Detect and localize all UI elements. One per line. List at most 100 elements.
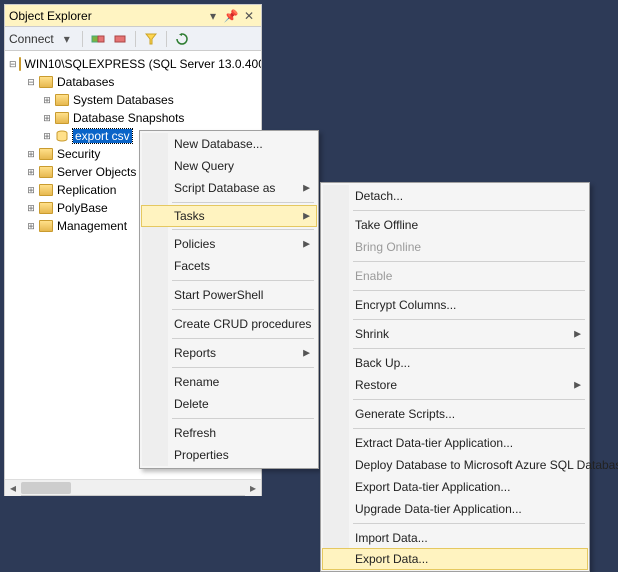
menu-label: Policies	[174, 237, 215, 251]
expander-plus-icon[interactable]: ⊞	[41, 112, 53, 124]
menu-separator	[353, 348, 585, 349]
chevron-right-icon: ▶	[303, 239, 310, 250]
menu-properties[interactable]: Properties	[142, 444, 316, 466]
menu-script-database[interactable]: Script Database as ▶	[142, 177, 316, 199]
menu-restore[interactable]: Restore▶	[323, 374, 587, 396]
folder-icon	[55, 112, 69, 124]
expander-minus-icon[interactable]: ⊟	[25, 76, 37, 88]
refresh-icon[interactable]	[173, 30, 191, 48]
expander-plus-icon[interactable]: ⊞	[25, 148, 37, 160]
server-icon	[19, 57, 21, 71]
chevron-right-icon: ▶	[303, 183, 310, 194]
menu-separator	[172, 229, 314, 230]
chevron-down-icon[interactable]: ▾	[58, 30, 76, 48]
dropdown-icon[interactable]: ▾	[205, 8, 221, 24]
menu-bring-online: Bring Online	[323, 236, 587, 258]
tree-node-databases[interactable]: ⊟ Databases	[7, 73, 259, 91]
menu-label: Take Offline	[355, 218, 418, 232]
menu-separator	[353, 261, 585, 262]
node-label: Replication	[57, 183, 116, 197]
tasks-submenu: Detach... Take Offline Bring Online Enab…	[320, 182, 590, 572]
panel-title: Object Explorer	[9, 9, 205, 23]
expander-minus-icon[interactable]: ⊟	[9, 58, 17, 70]
node-label: System Databases	[73, 93, 174, 107]
menu-tasks[interactable]: Tasks▶	[141, 205, 317, 227]
node-label: PolyBase	[57, 201, 108, 215]
menu-label: Export Data...	[355, 552, 428, 566]
node-label-selected: export csv	[73, 129, 132, 143]
node-label: Database Snapshots	[73, 111, 184, 125]
menu-facets[interactable]: Facets	[142, 255, 316, 277]
menu-start-powershell[interactable]: Start PowerShell	[142, 284, 316, 306]
node-label: Management	[57, 219, 127, 233]
menu-label: Script Database as	[174, 181, 275, 195]
connect-button[interactable]: Connect	[9, 32, 54, 46]
tree-node-server[interactable]: ⊟ WIN10\SQLEXPRESS (SQL Server 13.0.4001…	[7, 55, 259, 73]
menu-separator	[172, 202, 314, 203]
menu-refresh[interactable]: Refresh	[142, 422, 316, 444]
menu-delete[interactable]: Delete	[142, 393, 316, 415]
scrollbar-track[interactable]	[21, 480, 245, 496]
menu-detach[interactable]: Detach...	[323, 185, 587, 207]
expander-plus-icon[interactable]: ⊞	[41, 130, 53, 142]
menu-label: Reports	[174, 346, 216, 360]
menu-separator	[353, 399, 585, 400]
menu-import-data[interactable]: Import Data...	[323, 527, 587, 549]
menu-label: Rename	[174, 375, 219, 389]
close-icon[interactable]: ✕	[241, 8, 257, 24]
menu-extract-data-tier[interactable]: Extract Data-tier Application...	[323, 432, 587, 454]
menu-label: Encrypt Columns...	[355, 298, 456, 312]
scroll-left-icon[interactable]: ◂	[5, 480, 21, 496]
menu-label: Back Up...	[355, 356, 410, 370]
menu-separator	[353, 319, 585, 320]
menu-label: New Query	[174, 159, 234, 173]
pin-icon[interactable]: 📌	[223, 8, 239, 24]
tree-node-system-databases[interactable]: ⊞ System Databases	[7, 91, 259, 109]
scrollbar-thumb[interactable]	[21, 482, 71, 494]
menu-label: Detach...	[355, 189, 403, 203]
menu-take-offline[interactable]: Take Offline	[323, 214, 587, 236]
menu-deploy-azure[interactable]: Deploy Database to Microsoft Azure SQL D…	[323, 454, 587, 476]
menu-create-crud[interactable]: Create CRUD procedures	[142, 313, 316, 335]
expander-plus-icon[interactable]: ⊞	[25, 220, 37, 232]
folder-icon	[39, 184, 53, 196]
tree-node-database-snapshots[interactable]: ⊞ Database Snapshots	[7, 109, 259, 127]
menu-encrypt-columns[interactable]: Encrypt Columns...	[323, 294, 587, 316]
menu-policies[interactable]: Policies ▶	[142, 233, 316, 255]
horizontal-scrollbar[interactable]: ◂ ▸	[5, 479, 261, 495]
expander-plus-icon[interactable]: ⊞	[41, 94, 53, 106]
menu-export-data-tier[interactable]: Export Data-tier Application...	[323, 476, 587, 498]
menu-rename[interactable]: Rename	[142, 371, 316, 393]
menu-label: Bring Online	[355, 240, 421, 254]
context-menu: New Database... New Query Script Databas…	[139, 130, 319, 469]
menu-label: Enable	[355, 269, 392, 283]
menu-label: Extract Data-tier Application...	[355, 436, 513, 450]
menu-upgrade-data-tier[interactable]: Upgrade Data-tier Application...	[323, 498, 587, 520]
expander-plus-icon[interactable]: ⊞	[25, 166, 37, 178]
menu-separator	[172, 280, 314, 281]
menu-generate-scripts[interactable]: Generate Scripts...	[323, 403, 587, 425]
chevron-right-icon: ▶	[303, 348, 310, 359]
chevron-right-icon: ▶	[574, 380, 581, 391]
scroll-right-icon[interactable]: ▸	[245, 480, 261, 496]
menu-separator	[172, 367, 314, 368]
separator	[82, 31, 83, 47]
menu-back-up[interactable]: Back Up...	[323, 352, 587, 374]
expander-plus-icon[interactable]: ⊞	[25, 184, 37, 196]
menu-separator	[353, 428, 585, 429]
menu-reports[interactable]: Reports ▶	[142, 342, 316, 364]
menu-shrink[interactable]: Shrink▶	[323, 323, 587, 345]
expander-plus-icon[interactable]: ⊞	[25, 202, 37, 214]
menu-export-data[interactable]: Export Data...	[322, 548, 588, 570]
connect-icon[interactable]	[89, 30, 107, 48]
menu-new-query[interactable]: New Query	[142, 155, 316, 177]
menu-new-database[interactable]: New Database...	[142, 133, 316, 155]
node-label: Databases	[57, 75, 114, 89]
disconnect-icon[interactable]	[111, 30, 129, 48]
chevron-right-icon: ▶	[303, 211, 310, 222]
filter-icon[interactable]	[142, 30, 160, 48]
menu-label: New Database...	[174, 137, 263, 151]
folder-icon	[39, 202, 53, 214]
menu-label: Shrink	[355, 327, 389, 341]
separator	[166, 31, 167, 47]
